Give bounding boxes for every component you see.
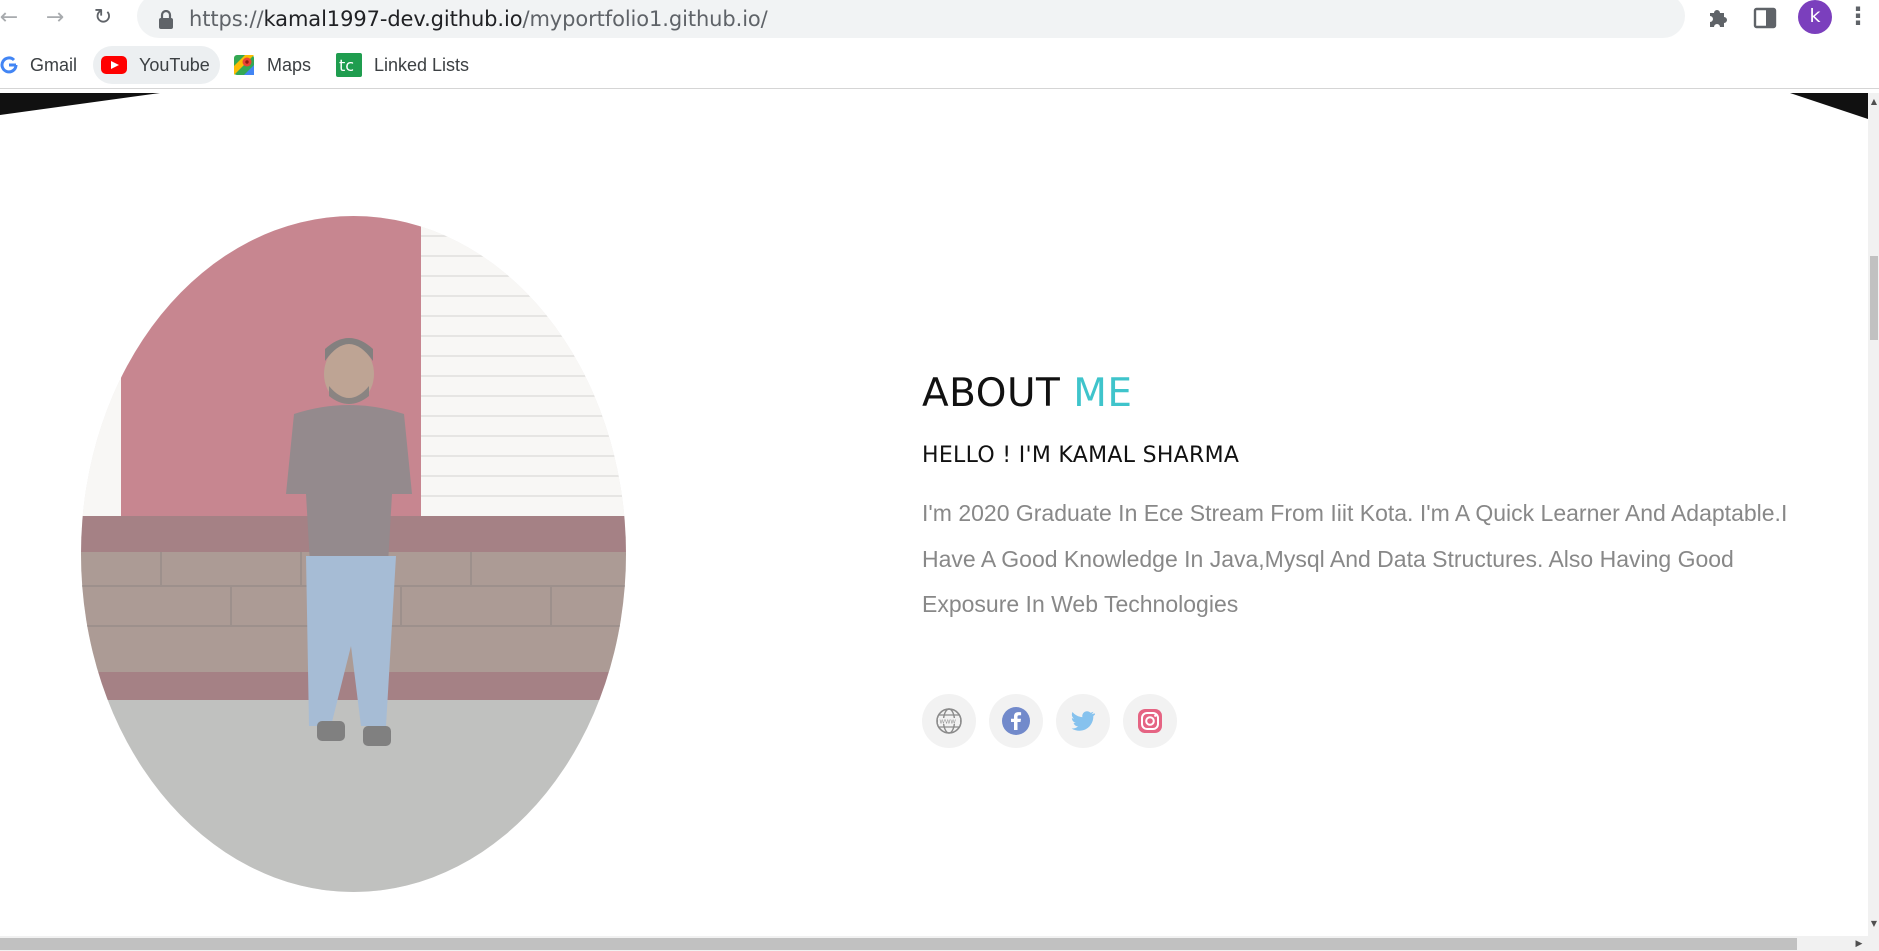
social-instagram-link[interactable] bbox=[1123, 694, 1177, 748]
about-heading: ABOUT ME bbox=[922, 371, 1802, 416]
url-text[interactable]: https://kamal1997-dev.github.io/myportfo… bbox=[189, 7, 768, 31]
horizontal-scrollbar-thumb[interactable] bbox=[0, 938, 1797, 950]
bookmark-label: Gmail bbox=[30, 54, 78, 75]
bookmark-youtube[interactable]: YouTube bbox=[93, 46, 220, 84]
profile-avatar[interactable]: k bbox=[1798, 0, 1832, 34]
scroll-right-arrow-icon[interactable]: ▶ bbox=[1853, 938, 1865, 950]
bookmark-maps[interactable]: Maps bbox=[233, 46, 311, 84]
svg-text:WWW: WWW bbox=[940, 720, 957, 726]
forward-button[interactable]: → bbox=[40, 4, 70, 32]
svg-text:tc: tc bbox=[339, 56, 354, 75]
facebook-icon bbox=[1002, 707, 1030, 735]
person-photo-illustration bbox=[81, 216, 626, 892]
back-button[interactable]: ← bbox=[0, 4, 24, 32]
extensions-icon[interactable] bbox=[1704, 3, 1732, 31]
side-panel-icon[interactable] bbox=[1752, 6, 1778, 30]
lock-icon[interactable] bbox=[157, 10, 175, 30]
vertical-scrollbar[interactable]: ▲ ▼ bbox=[1868, 93, 1879, 951]
scroll-up-arrow-icon[interactable]: ▲ bbox=[1869, 97, 1879, 107]
about-section: ABOUT ME HELLO ! I'M KAMAL SHARMA I'm 20… bbox=[922, 371, 1802, 628]
social-twitter-link[interactable] bbox=[1056, 694, 1110, 748]
tc-icon: tc bbox=[336, 53, 362, 77]
google-icon bbox=[0, 56, 18, 74]
bookmark-gmail[interactable]: Gmail bbox=[0, 46, 77, 84]
reload-button[interactable]: ↻ bbox=[88, 4, 118, 32]
address-bar[interactable]: https://kamal1997-dev.github.io/myportfo… bbox=[137, 0, 1685, 38]
about-heading-main: ABOUT bbox=[922, 371, 1061, 416]
bookmarks-bar: Gmail YouTube Maps tc Linked Lists bbox=[0, 42, 1879, 89]
url-host: kamal1997-dev.github.io bbox=[263, 7, 523, 31]
vertical-scrollbar-thumb[interactable] bbox=[1870, 256, 1878, 340]
scroll-down-arrow-icon[interactable]: ▼ bbox=[1869, 919, 1879, 929]
youtube-icon bbox=[101, 56, 127, 74]
social-links: WWW bbox=[922, 694, 1177, 748]
about-subheading: HELLO ! I'M KAMAL SHARMA bbox=[922, 443, 1240, 468]
profile-photo bbox=[81, 216, 626, 892]
page-content: ABOUT ME HELLO ! I'M KAMAL SHARMA I'm 20… bbox=[0, 93, 1868, 936]
bookmark-label: Maps bbox=[267, 54, 312, 75]
twitter-icon bbox=[1071, 711, 1095, 731]
about-heading-accent: ME bbox=[1073, 371, 1133, 416]
social-website-link[interactable]: WWW bbox=[922, 694, 976, 748]
bookmark-label: Linked Lists bbox=[374, 54, 470, 75]
header-divider-shape bbox=[0, 93, 1868, 119]
browser-toolbar: ← → ↻ https://kamal1997-dev.github.io/my… bbox=[0, 0, 1879, 38]
bookmark-label: YouTube bbox=[139, 54, 210, 75]
url-scheme: https:// bbox=[189, 7, 264, 31]
instagram-icon bbox=[1138, 709, 1162, 733]
browser-menu-icon[interactable]: ⋮ bbox=[1846, 2, 1870, 32]
globe-icon: WWW bbox=[936, 708, 962, 734]
maps-icon bbox=[234, 55, 254, 75]
bookmark-linked-lists[interactable]: tc Linked Lists bbox=[336, 46, 469, 84]
url-path: /myportfolio1.github.io/ bbox=[522, 7, 768, 31]
social-facebook-link[interactable] bbox=[989, 694, 1043, 748]
horizontal-scrollbar[interactable]: ▶ bbox=[0, 936, 1868, 951]
about-bio: I'm 2020 Graduate In Ece Stream From Iii… bbox=[922, 500, 1788, 617]
